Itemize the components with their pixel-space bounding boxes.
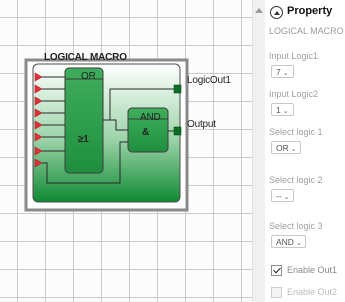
enable-out1-checkbox[interactable] <box>271 265 282 276</box>
chevron-down-icon: ⌄ <box>282 70 289 77</box>
select-logic3-label: Select logic 3 <box>269 221 323 231</box>
enable-out2-checkbox[interactable] <box>271 287 282 298</box>
input-logic2-value: 1 <box>276 105 281 115</box>
input-logic2-label: Input Logic2 <box>269 89 319 99</box>
select-logic2-dropdown[interactable]: -- ⌄ <box>271 189 294 202</box>
chevron-down-icon: ⌄ <box>283 194 290 201</box>
enable-out1-label: Enable Out1 <box>287 265 338 275</box>
macro-block-title: LOGICAL MACRO <box>44 52 127 63</box>
chevron-down-icon: ⌄ <box>295 240 302 247</box>
select-logic2-value: -- <box>276 191 282 201</box>
select-logic1-value: OR <box>276 143 289 153</box>
or-gate-symbol: ≥1 <box>78 134 89 145</box>
panel-title: Property <box>287 5 333 17</box>
select-logic1-label: Select logic 1 <box>269 127 323 137</box>
output-pin-output[interactable] <box>173 126 182 136</box>
macro-diagram <box>24 58 189 212</box>
panel-subtitle: LOGICAL MACRO <box>269 26 344 36</box>
input-logic1-value: 7 <box>276 67 281 77</box>
and-gate-symbol: & <box>142 127 150 138</box>
output-label-logicout1: LogicOut1 <box>187 75 231 86</box>
enable-out2-label: Enable Out2 <box>287 287 338 297</box>
select-logic1-dropdown[interactable]: OR ⌄ <box>271 141 301 154</box>
output-pin-logicout1[interactable] <box>173 84 182 94</box>
select-logic3-value: AND <box>276 237 294 247</box>
input-logic1-dropdown[interactable]: 7 ⌄ <box>271 65 294 78</box>
and-gate-header: AND <box>140 112 161 123</box>
chevron-down-icon: ⌄ <box>282 108 289 115</box>
select-logic2-label: Select logic 2 <box>269 175 323 185</box>
collapse-panel-icon[interactable] <box>270 6 283 19</box>
input-logic1-label: Input Logic1 <box>269 51 319 61</box>
diagram-canvas[interactable]: LOGICAL MACRO OR ≥1 AND & LogicOut1 Outp… <box>0 0 252 302</box>
select-logic3-dropdown[interactable]: AND ⌄ <box>271 235 306 248</box>
or-gate-header: OR <box>81 71 96 82</box>
chevron-down-icon: ⌄ <box>290 146 297 153</box>
property-panel: Property LOGICAL MACRO Input Logic1 7 ⌄ I… <box>265 0 345 302</box>
canvas-scrollbar[interactable] <box>252 0 265 302</box>
scroll-up-arrow-icon[interactable] <box>255 8 263 13</box>
output-label-output: Output <box>187 119 216 130</box>
input-logic2-dropdown[interactable]: 1 ⌄ <box>271 103 294 116</box>
or-gate[interactable] <box>64 67 104 174</box>
